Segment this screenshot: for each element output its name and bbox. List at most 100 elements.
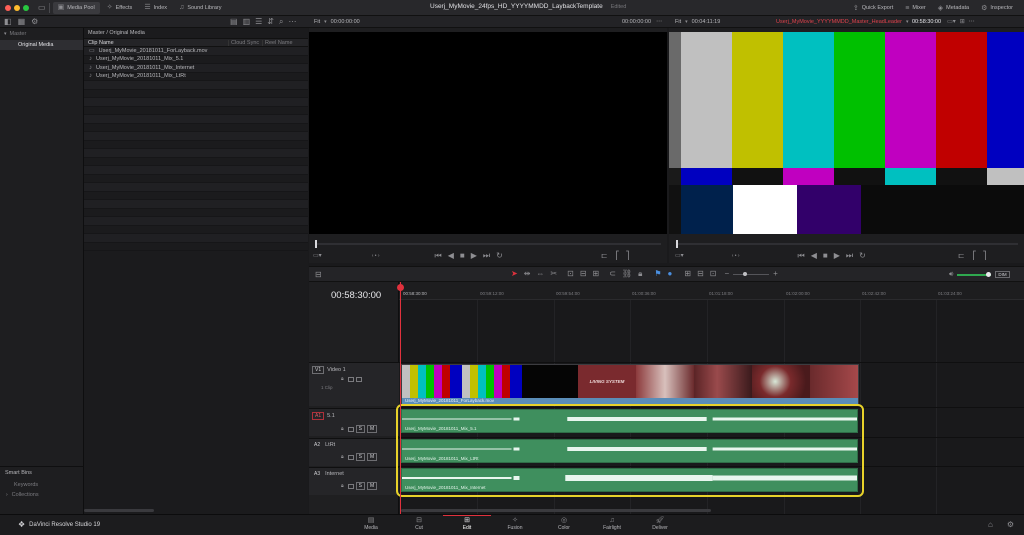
play-icon[interactable]: ▶ <box>834 252 840 260</box>
position-lock-icon[interactable]: 🔒︎ <box>638 270 642 278</box>
track-header-a2[interactable]: A2 LtRt 🔒︎ S M <box>309 438 399 466</box>
list-item[interactable]: ♪ Userj_MyMovie_20181011_Mix_5.1 <box>84 56 308 64</box>
dynamic-trim-icon[interactable]: ⇔ <box>536 270 544 278</box>
timeline-scrollbar[interactable] <box>401 509 711 512</box>
layout-icon[interactable]: ▦ <box>18 18 26 26</box>
tab-media-pool[interactable]: ▣ Media Pool <box>52 1 100 14</box>
zoom-full-icon[interactable]: ⊞ <box>684 270 691 278</box>
solo-button[interactable]: S <box>355 425 366 433</box>
matte-icon[interactable]: ▭▾ <box>313 253 322 259</box>
stop-icon[interactable]: ■ <box>460 252 465 260</box>
lock-icon[interactable]: 🔒︎ <box>341 426 344 432</box>
auto-select-icon[interactable] <box>347 377 354 382</box>
snapping-icon[interactable]: ⊂ <box>609 270 616 278</box>
zoom-custom-icon[interactable]: ⊡ <box>710 270 717 278</box>
solo-button[interactable]: S <box>355 453 366 461</box>
list-icon[interactable]: ☰ <box>255 18 262 26</box>
list-view-icon[interactable]: ▤ <box>230 18 238 26</box>
tab-quick-export[interactable]: ⇪ Quick Export <box>848 2 898 14</box>
column-clip-name[interactable]: Clip Name <box>84 40 228 46</box>
replace-clip-icon[interactable]: ⊞ <box>593 270 600 278</box>
lock-icon[interactable]: 🔒︎ <box>341 454 344 460</box>
tab-sound-library[interactable]: ♫ Sound Library <box>174 2 227 14</box>
track-header-a3[interactable]: A3 Internet 🔒︎ S M <box>309 467 399 495</box>
skip-to-start-icon[interactable]: ⏮ <box>798 252 805 260</box>
search-icon[interactable]: ⌕ <box>279 18 283 26</box>
track-tag-v1[interactable]: V1 <box>312 366 325 374</box>
auto-select-icon[interactable] <box>347 483 354 489</box>
tab-index[interactable]: ☰ Index <box>139 2 172 14</box>
viewer-options-icon[interactable]: ⋯ <box>969 19 975 25</box>
source-viewer-frame[interactable] <box>309 32 667 234</box>
list-item[interactable]: ▭ Userj_MyMovie_20181011_ForLayback.mov <box>84 47 308 56</box>
page-media[interactable]: ▤ Media <box>347 517 395 531</box>
track-tag-a1[interactable]: A1 <box>312 412 325 420</box>
auto-select-icon[interactable] <box>347 454 354 460</box>
source-scrubber[interactable] <box>315 240 661 248</box>
selection-tool-icon[interactable]: ➤ <box>511 270 518 278</box>
master-bin[interactable]: ▾ Master <box>0 28 83 40</box>
insert-clip-icon[interactable]: ⊡ <box>567 270 574 278</box>
mark-in-icon[interactable]: ⎡ <box>973 252 977 260</box>
column-reel-name[interactable]: Reel Name <box>262 39 306 46</box>
mark-out-icon[interactable]: ⎤ <box>983 252 987 260</box>
flag-icon[interactable]: ⚑ <box>654 270 661 278</box>
overlay-icon[interactable]: ⊞ <box>960 19 965 25</box>
smart-bin-collections[interactable]: › Collections <box>0 490 84 500</box>
minimize-window-button[interactable] <box>14 4 20 11</box>
tab-mixer[interactable]: ≡ Mixer <box>900 2 931 14</box>
page-fairlight[interactable]: ♫ Fairlight <box>588 517 636 531</box>
jog-control-icon[interactable]: ‹ • › <box>732 253 740 259</box>
zoom-window-button[interactable] <box>23 4 29 11</box>
mute-button[interactable]: M <box>367 425 378 433</box>
linked-selection-icon[interactable]: ⛓ <box>622 270 632 278</box>
zoom-in-icon[interactable]: + <box>773 270 778 278</box>
mute-button[interactable]: M <box>367 453 378 461</box>
tab-effects[interactable]: ✧ Effects <box>102 2 138 14</box>
play-reverse-icon[interactable]: ◀ <box>811 252 817 260</box>
trim-tool-icon[interactable]: ⇹ <box>524 270 531 278</box>
volume-slider[interactable] <box>957 271 992 277</box>
tab-inspector[interactable]: ⚙ Inspector <box>976 2 1018 14</box>
timeline-viewer-frame[interactable] <box>669 32 1024 234</box>
skip-to-start-icon[interactable]: ⏮ <box>435 252 442 260</box>
zoom-slider-handle[interactable] <box>743 271 748 276</box>
auto-select-icon[interactable] <box>347 426 354 432</box>
page-edit[interactable]: ⊞ Edit <box>443 517 491 531</box>
page-fusion[interactable]: ✧ Fusion <box>491 517 539 531</box>
play-icon[interactable]: ▶ <box>471 252 477 260</box>
list-item[interactable]: ♪ Userj_MyMovie_20181011_Mix_LtRt <box>84 73 308 81</box>
page-deliver[interactable]: 🚀︎ Deliver <box>636 517 684 531</box>
jog-control-icon[interactable]: ‹ • › <box>372 253 380 259</box>
overwrite-clip-icon[interactable]: ⊟ <box>580 270 587 278</box>
skip-to-end-icon[interactable]: ⏭ <box>846 252 853 260</box>
stop-icon[interactable]: ■ <box>823 252 828 260</box>
play-reverse-icon[interactable]: ◀ <box>448 252 454 260</box>
close-window-button[interactable] <box>5 4 11 11</box>
track-header-v1[interactable]: V1 Video 1 🔒︎ 1 Clip <box>309 362 399 406</box>
thumbnail-view-icon[interactable]: ▥ <box>243 18 251 26</box>
project-settings-icon[interactable]: ⚙ <box>1007 521 1014 529</box>
timeline-view-options-icon[interactable]: ⊟ <box>315 271 322 279</box>
skip-to-end-icon[interactable]: ⏭ <box>483 252 490 260</box>
speaker-icon[interactable]: 🔊︎ <box>949 271 953 278</box>
track-tag-a3[interactable]: A3 <box>312 471 322 477</box>
page-color[interactable]: ◎ Color <box>540 517 588 531</box>
more-options-icon[interactable]: ⋯ <box>288 18 296 26</box>
settings-icon[interactable]: ⚙ <box>31 18 38 26</box>
tab-metadata[interactable]: ◈ Metadata <box>933 2 974 14</box>
timeline-playhead[interactable] <box>400 282 401 514</box>
marker-icon[interactable]: ● <box>668 270 673 278</box>
timeline-ruler[interactable]: 00:58:30:00 00:59:12:00 00:59:54:00 01:0… <box>399 282 1024 300</box>
column-cloud-sync[interactable]: Cloud Sync <box>228 39 262 46</box>
loop-icon[interactable]: ↻ <box>496 252 503 260</box>
mark-in-icon[interactable]: ⎡ <box>616 252 620 260</box>
zoom-out-icon[interactable]: − <box>724 270 729 278</box>
zoom-slider[interactable] <box>733 271 770 276</box>
viewer-options-icon[interactable]: ⋯ <box>656 19 662 25</box>
zoom-detail-icon[interactable]: ⊟ <box>697 270 704 278</box>
track-tag-a2[interactable]: A2 <box>312 442 322 448</box>
lock-icon[interactable]: 🔒︎ <box>341 483 344 489</box>
video-clip[interactable]: LIVING SYSTEM Userj_MyMovie_20181011_For… <box>401 364 859 406</box>
horizontal-scrollbar[interactable] <box>84 509 154 512</box>
